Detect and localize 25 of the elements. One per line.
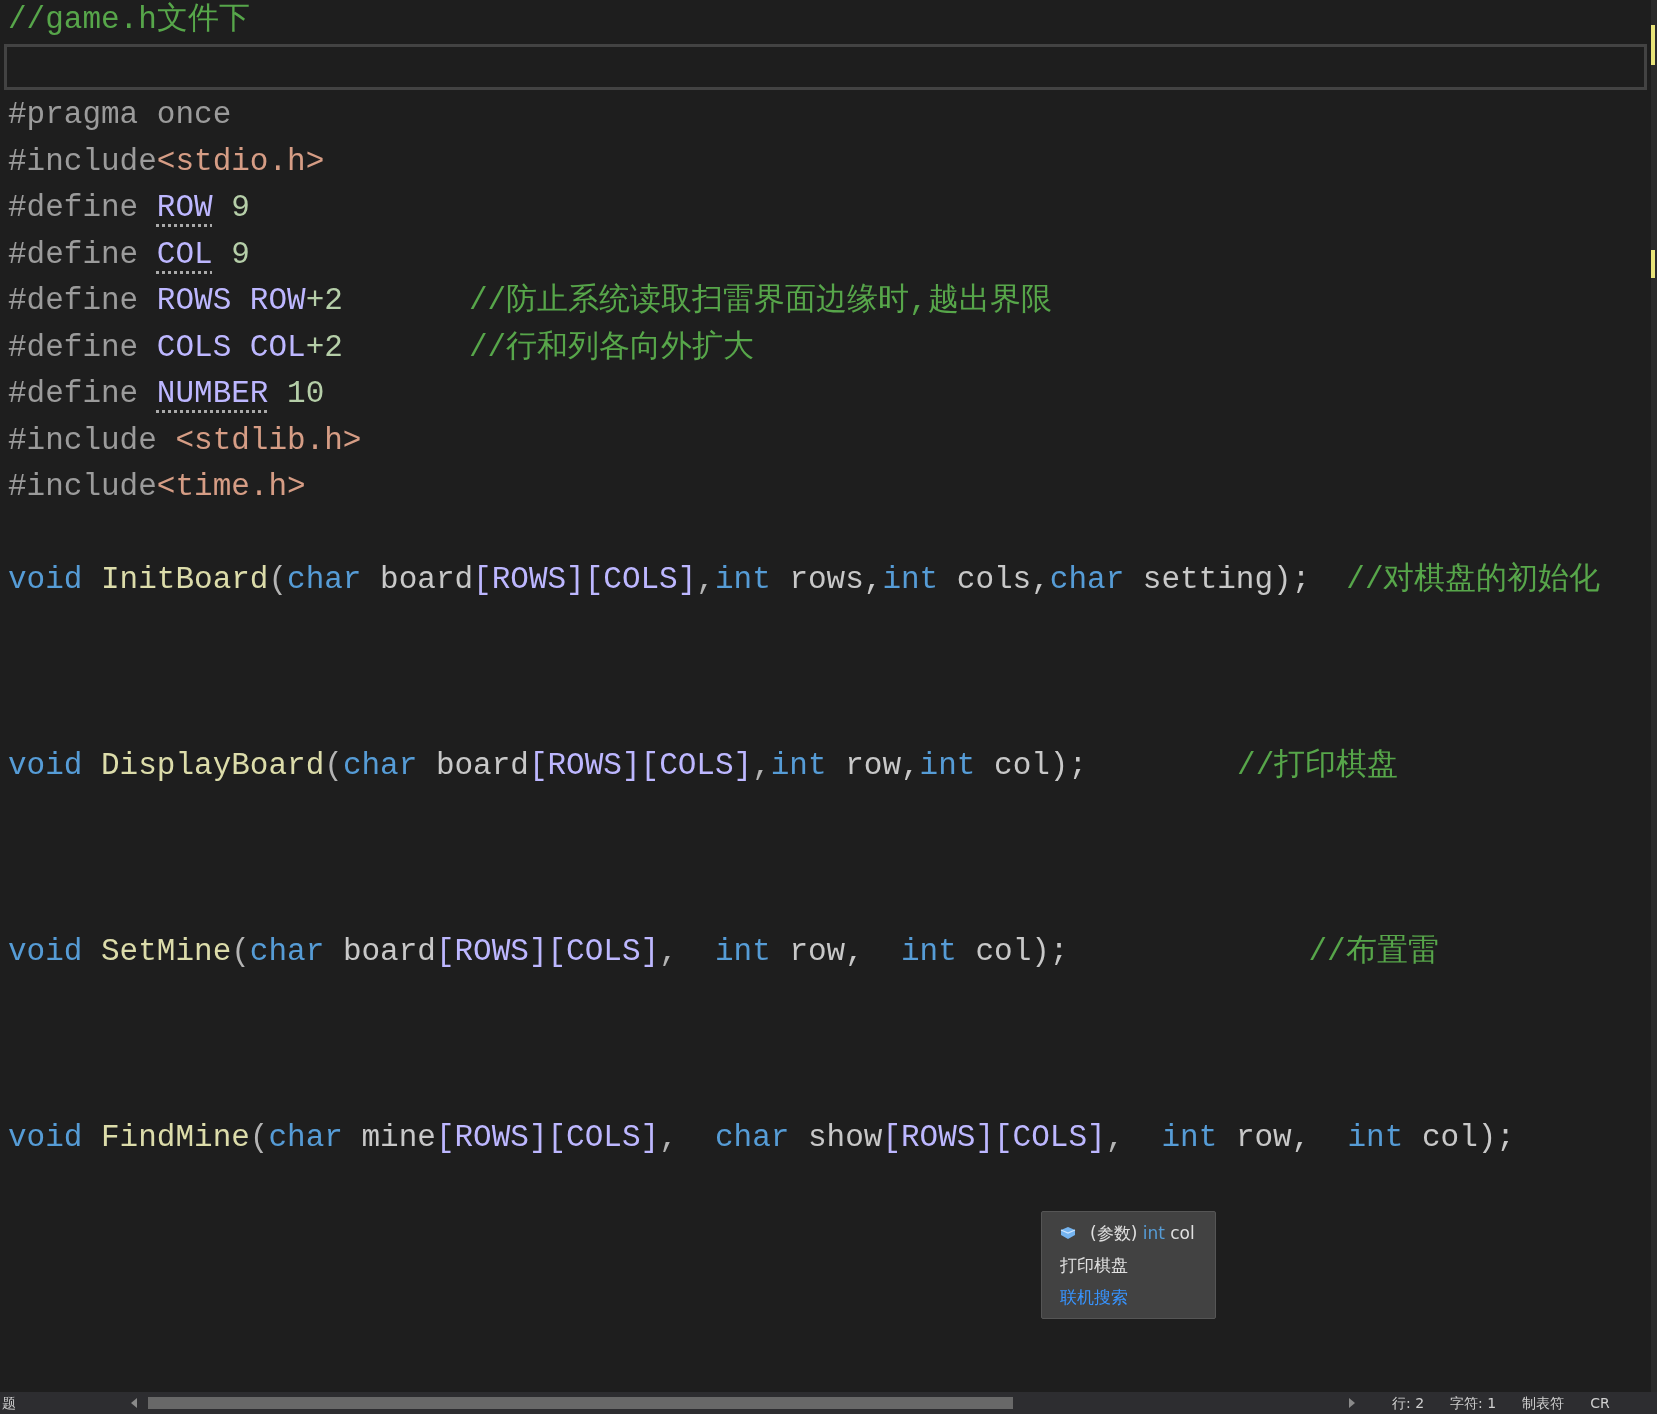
scroll-left-icon[interactable] — [130, 1398, 138, 1408]
code-line: #include<time.h> — [7, 468, 306, 506]
code-line: #define ROWS ROW+2 //防止系统读取扫雷界面边缘时,越出界限 — [7, 282, 1052, 320]
code-line: void SetMine(char board[ROWS][COLS], int row, int col); //布置雷 — [7, 933, 1439, 971]
code-line: void InitBoard(char board[ROWS][COLS],int rows,int cols,char setting); //对棋盘的初始化 — [7, 561, 1601, 599]
scroll-right-icon[interactable] — [1348, 1398, 1356, 1408]
search-link[interactable]: 联机搜索 — [1060, 1284, 1128, 1310]
code-line: void FindMine(char mine[ROWS][COLS], char show[ROWS][COLS], int row, int col); — [7, 1119, 1515, 1157]
code-line: #include<stdio.h> — [7, 142, 325, 181]
tooltip-description: 打印棋盘 — [1060, 1254, 1129, 1277]
tooltip-signature: (参数) int col — [1090, 1222, 1195, 1245]
code-line: #define COLS COL+2 //行和列各向外扩大 — [7, 328, 755, 367]
code-line: #define COL 9 — [7, 235, 250, 274]
status-text: 题 — [1, 1393, 17, 1413]
status-item: 字符: 1 — [1450, 1393, 1497, 1413]
code-comment: //game.h文件下 — [7, 1, 250, 39]
status-item: 行: 2 — [1392, 1393, 1425, 1413]
code-line: #pragma once — [7, 96, 232, 134]
status-item: 制表符 — [1522, 1393, 1565, 1413]
code-line: void DisplayBoard(char board[ROWS][COLS],int row,int col); //打印棋盘 — [7, 747, 1399, 785]
code-line: #define ROW 9 — [7, 189, 250, 227]
code-line: #define NUMBER 10 — [7, 375, 325, 413]
status-item: CR — [1590, 1393, 1610, 1413]
code-line: #include <stdlib.h> — [7, 421, 362, 460]
cube-icon — [1060, 1226, 1076, 1240]
